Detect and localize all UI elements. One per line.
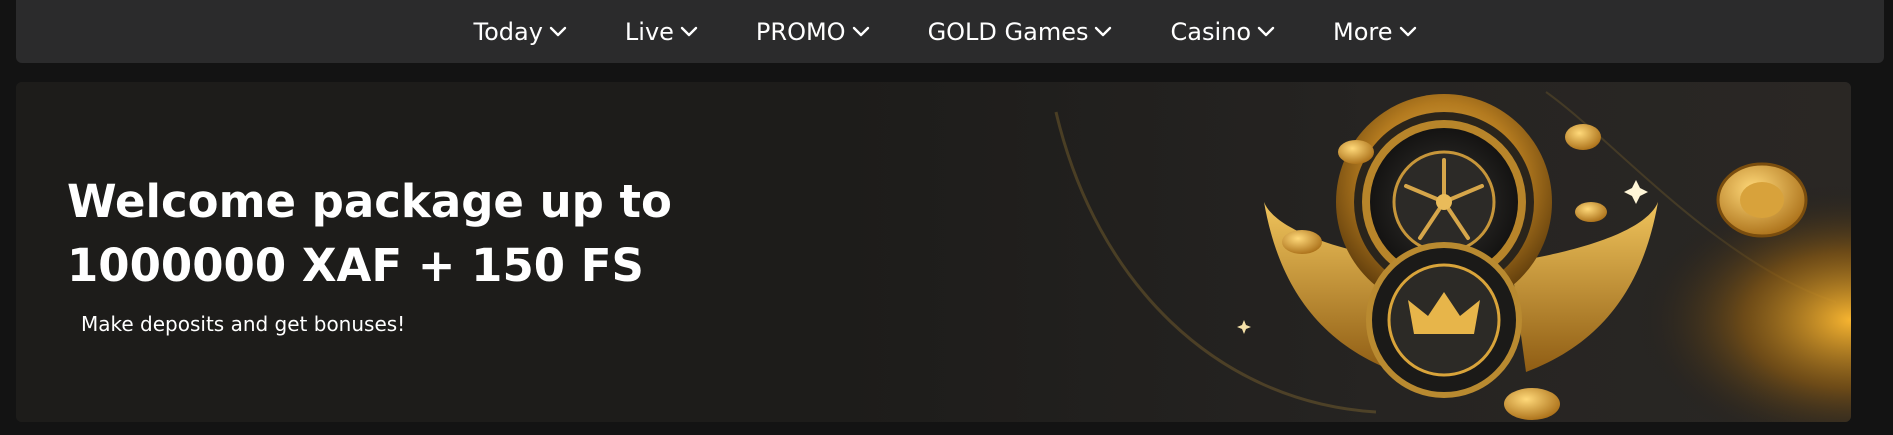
nav-item-casino[interactable]: Casino — [1170, 18, 1275, 46]
nav-item-more[interactable]: More — [1333, 18, 1417, 46]
nav-item-label: PROMO — [755, 17, 846, 46]
promo-banner[interactable]: Welcome package up to 1000000 XAF + 150 … — [16, 82, 1851, 422]
chevron-down-icon — [1399, 26, 1416, 36]
nav-item-promo[interactable]: PROMO — [756, 18, 870, 46]
chevron-down-icon — [852, 26, 869, 36]
nav-item-label: Casino — [1170, 17, 1252, 46]
chevron-down-icon — [680, 26, 698, 36]
nav-item-label: More — [1333, 17, 1393, 46]
nav-item-today[interactable]: Today — [473, 17, 567, 46]
nav-item-live[interactable]: Live — [625, 18, 698, 46]
nav-item-label: GOLD Games — [927, 17, 1089, 46]
nav-menu: Today Live PROMO GOLD Games Casino More — [473, 18, 1416, 46]
banner-title: Welcome package up to 1000000 XAF + 150 … — [67, 175, 672, 292]
banner-subtitle: Make deposits and get bonuses! — [81, 312, 406, 336]
chevron-down-icon — [1257, 26, 1275, 36]
nav-item-label: Live — [624, 17, 674, 46]
nav-item-gold-games[interactable]: GOLD Games — [928, 18, 1113, 46]
nav-item-label: Today — [473, 17, 543, 46]
chevron-down-icon — [549, 26, 567, 36]
top-navigation: Today Live PROMO GOLD Games Casino More — [16, 0, 1884, 63]
chevron-down-icon — [1095, 26, 1112, 36]
